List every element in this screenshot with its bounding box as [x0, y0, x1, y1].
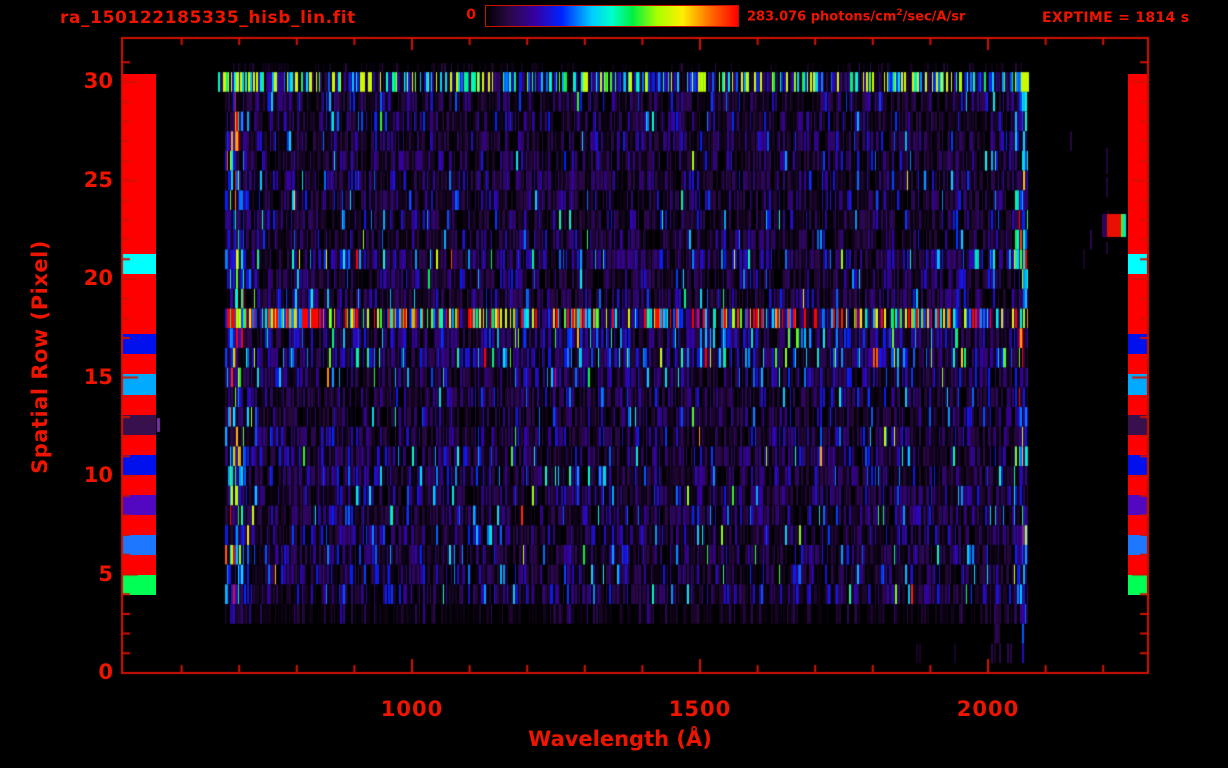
y-tick-label: 15 [83, 364, 113, 389]
y-tick-label: 10 [83, 463, 113, 487]
colorbar-min-label: 0 [466, 7, 476, 23]
spectral-image-canvas [0, 0, 1228, 768]
y-tick-label: 20 [83, 266, 113, 290]
x-tick-label: 2000 [956, 697, 1020, 721]
y-tick-label: 25 [83, 167, 113, 192]
colorbar-max-label: 283.076 photons/cm2/sec/A/sr [747, 8, 965, 24]
y-tick-label: 0 [98, 660, 113, 684]
x-tick-label: 1500 [668, 697, 732, 721]
colorbar-gradient [485, 5, 739, 27]
filename-label: ra_150122185335_hisb_lin.fit [60, 8, 356, 28]
y-tick-label: 30 [83, 69, 113, 93]
y-tick-label: 5 [98, 561, 113, 586]
x-axis-title: Wavelength (Å) [528, 727, 712, 751]
y-axis-title: Spatial Row (Pixel) [28, 240, 52, 474]
colorbar-units-suffix: /sec/A/sr [902, 9, 966, 25]
exptime-label: EXPTIME = 1814 s [1042, 10, 1190, 26]
colorbar-units-prefix: photons/cm [810, 9, 897, 25]
colorbar-max-value: 283.076 [747, 9, 807, 25]
spectral-viewer-window: ra_150122185335_hisb_lin.fit 0 283.076 p… [0, 0, 1228, 768]
x-tick-label: 1000 [380, 697, 444, 721]
